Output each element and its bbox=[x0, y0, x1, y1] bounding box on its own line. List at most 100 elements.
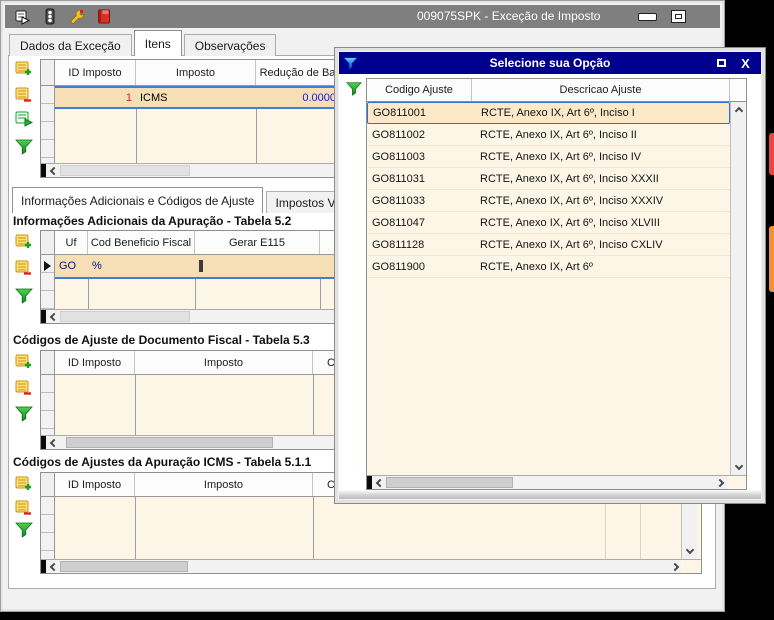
post-record-button-grid1[interactable] bbox=[14, 110, 34, 130]
delete-record-button-grid4[interactable] bbox=[14, 499, 34, 519]
dialog-row[interactable]: GO811033 RCTE, Anexo IX, Art 6º, Inciso … bbox=[367, 190, 730, 212]
col-header-imposto[interactable]: Imposto bbox=[135, 351, 313, 374]
dialog-row-selected[interactable]: GO811001 RCTE, Anexo IX, Art 6º, Inciso … bbox=[367, 102, 730, 124]
wrench-icon[interactable] bbox=[68, 8, 86, 26]
scrollbar-thumb[interactable] bbox=[60, 165, 190, 176]
cell-codigo[interactable]: GO811900 bbox=[367, 261, 472, 273]
delete-record-button-grid2[interactable] bbox=[14, 259, 34, 279]
cell-codigo[interactable]: GO811002 bbox=[367, 129, 472, 141]
col-header-cod-beneficio[interactable]: Cod Beneficio Fiscal bbox=[88, 231, 195, 254]
cell-codigo[interactable]: GO811033 bbox=[367, 195, 472, 207]
main-titlebar[interactable]: 009075SPK - Exceção de Imposto bbox=[5, 5, 720, 28]
tab-observacoes[interactable]: Observações bbox=[183, 34, 277, 56]
export-form-icon[interactable] bbox=[14, 8, 32, 26]
dialog-maximize-button[interactable] bbox=[714, 56, 729, 70]
filter-button-grid1[interactable] bbox=[14, 138, 34, 158]
grid-column-line bbox=[313, 497, 314, 559]
scrollbar-thumb[interactable] bbox=[386, 477, 513, 488]
cell-descricao[interactable]: RCTE, Anexo IX, Art 6º, Inciso II bbox=[472, 129, 730, 141]
add-record-button-grid4[interactable] bbox=[14, 475, 34, 495]
scrollbar-thumb[interactable] bbox=[60, 561, 188, 572]
book-icon[interactable] bbox=[95, 8, 113, 26]
scrollbar-thumb[interactable] bbox=[60, 311, 190, 322]
add-record-button-grid3[interactable] bbox=[14, 353, 34, 373]
delete-record-button-grid3[interactable] bbox=[14, 379, 34, 399]
chevron-left-icon bbox=[49, 312, 59, 321]
minimize-button[interactable] bbox=[638, 13, 657, 21]
scroll-up-arrow[interactable] bbox=[731, 102, 746, 117]
filter-button-grid2[interactable] bbox=[14, 287, 34, 307]
scroll-down-arrow[interactable] bbox=[731, 460, 746, 475]
cell-codigo[interactable]: GO811047 bbox=[367, 217, 472, 229]
dialog-hscrollbar[interactable] bbox=[367, 475, 746, 489]
col-header-imposto[interactable]: Imposto bbox=[136, 60, 256, 85]
tab-dados-da-excecao[interactable]: Dados da Exceção bbox=[9, 34, 132, 56]
post-record-icon bbox=[15, 110, 33, 128]
traffic-light-icon[interactable] bbox=[41, 8, 59, 26]
gerar-e115-checkbox[interactable] bbox=[199, 260, 203, 272]
background-red-icon-fragment bbox=[769, 133, 774, 175]
chevron-left-icon bbox=[49, 166, 59, 175]
dialog-row[interactable]: GO811900 RCTE, Anexo IX, Art 6º bbox=[367, 256, 730, 278]
inner-tab-bar: Informações Adicionais e Códigos de Ajus… bbox=[12, 187, 385, 213]
dialog-row[interactable]: GO811031 RCTE, Anexo IX, Art 6º, Inciso … bbox=[367, 168, 730, 190]
dialog-row[interactable]: GO811003 RCTE, Anexo IX, Art 6º, Inciso … bbox=[367, 146, 730, 168]
scroll-left-arrow[interactable] bbox=[46, 436, 60, 449]
cell-descricao[interactable]: RCTE, Anexo IX, Art 6º, Inciso CXLIV bbox=[472, 239, 730, 251]
cell-codigo[interactable]: GO811003 bbox=[367, 151, 472, 163]
add-record-button-grid1[interactable] bbox=[14, 60, 34, 80]
scroll-right-arrow[interactable] bbox=[714, 476, 728, 489]
cell-descricao[interactable]: RCTE, Anexo IX, Art 6º bbox=[472, 261, 730, 273]
delete-record-icon bbox=[15, 86, 33, 104]
dialog-filter-button[interactable] bbox=[345, 81, 363, 97]
col-header-reducao[interactable]: Redução de Ba bbox=[256, 60, 340, 85]
cell-imposto[interactable]: ICMS bbox=[136, 92, 256, 104]
cell-descricao[interactable]: RCTE, Anexo IX, Art 6º, Inciso I bbox=[473, 107, 729, 119]
dialog-vscrollbar[interactable] bbox=[730, 102, 746, 475]
filter-button-grid4[interactable] bbox=[14, 521, 34, 541]
filter-button-grid3[interactable] bbox=[14, 405, 34, 425]
cell-codigo[interactable]: GO811128 bbox=[367, 239, 472, 251]
cell-descricao[interactable]: RCTE, Anexo IX, Art 6º, Inciso IV bbox=[472, 151, 730, 163]
col-header-id-imposto[interactable]: ID Imposto bbox=[55, 60, 136, 85]
scroll-left-arrow[interactable] bbox=[46, 560, 60, 573]
tab-itens[interactable]: Itens bbox=[133, 30, 182, 56]
cell-descricao[interactable]: RCTE, Anexo IX, Art 6º, Inciso XLVIII bbox=[472, 217, 730, 229]
scroll-left-arrow[interactable] bbox=[372, 476, 386, 489]
tab-informacoes-adicionais[interactable]: Informações Adicionais e Códigos de Ajus… bbox=[12, 187, 264, 213]
col-header-imposto[interactable]: Imposto bbox=[135, 473, 313, 496]
add-record-button-grid2[interactable] bbox=[14, 233, 34, 253]
dialog-row[interactable]: GO811047 RCTE, Anexo IX, Art 6º, Inciso … bbox=[367, 212, 730, 234]
cell-reducao[interactable]: 0.0000 bbox=[256, 92, 340, 104]
scroll-down-arrow[interactable] bbox=[682, 544, 697, 559]
col-header-descricao-ajuste[interactable]: Descricao Ajuste bbox=[472, 79, 730, 101]
col-header-id-imposto[interactable]: ID Imposto bbox=[55, 473, 135, 496]
background-orange-icon-fragment bbox=[769, 226, 774, 292]
scroll-left-arrow[interactable] bbox=[46, 310, 60, 323]
col-header-id-imposto[interactable]: ID Imposto bbox=[55, 351, 135, 374]
grid-tabela511-hscrollbar[interactable] bbox=[41, 559, 701, 573]
dialog-row[interactable]: GO811002 RCTE, Anexo IX, Art 6º, Inciso … bbox=[367, 124, 730, 146]
cell-descricao[interactable]: RCTE, Anexo IX, Art 6º, Inciso XXXII bbox=[472, 173, 730, 185]
grid-tabela511-vscrollbar[interactable] bbox=[681, 497, 697, 559]
add-record-icon bbox=[15, 60, 33, 78]
dialog-titlebar[interactable]: Selecione sua Opção X bbox=[339, 52, 761, 74]
add-record-icon bbox=[15, 475, 33, 493]
dialog-row[interactable]: GO811128 RCTE, Anexo IX, Art 6º, Inciso … bbox=[367, 234, 730, 256]
col-header-gerar-e115[interactable]: Gerar E115 bbox=[195, 231, 320, 254]
grid-column-line bbox=[313, 375, 314, 435]
cell-codigo[interactable]: GO811001 bbox=[368, 107, 473, 119]
dialog-grid-body: GO811001 RCTE, Anexo IX, Art 6º, Inciso … bbox=[367, 102, 746, 475]
col-header-codigo-ajuste[interactable]: Codigo Ajuste bbox=[367, 79, 472, 101]
cell-codigo[interactable]: GO811031 bbox=[367, 173, 472, 185]
col-header-uf[interactable]: Uf bbox=[55, 231, 88, 254]
cell-descricao[interactable]: RCTE, Anexo IX, Art 6º, Inciso XXXIV bbox=[472, 195, 730, 207]
dialog-close-button[interactable]: X bbox=[738, 56, 753, 71]
cell-id-imposto[interactable]: 1 bbox=[55, 92, 136, 104]
cell-uf[interactable]: GO bbox=[55, 260, 88, 272]
delete-record-button-grid1[interactable] bbox=[14, 86, 34, 106]
scrollbar-thumb[interactable] bbox=[66, 437, 273, 448]
scroll-left-arrow[interactable] bbox=[46, 164, 60, 177]
maximize-button[interactable] bbox=[671, 10, 686, 23]
cell-cod-beneficio[interactable]: % bbox=[88, 260, 195, 272]
